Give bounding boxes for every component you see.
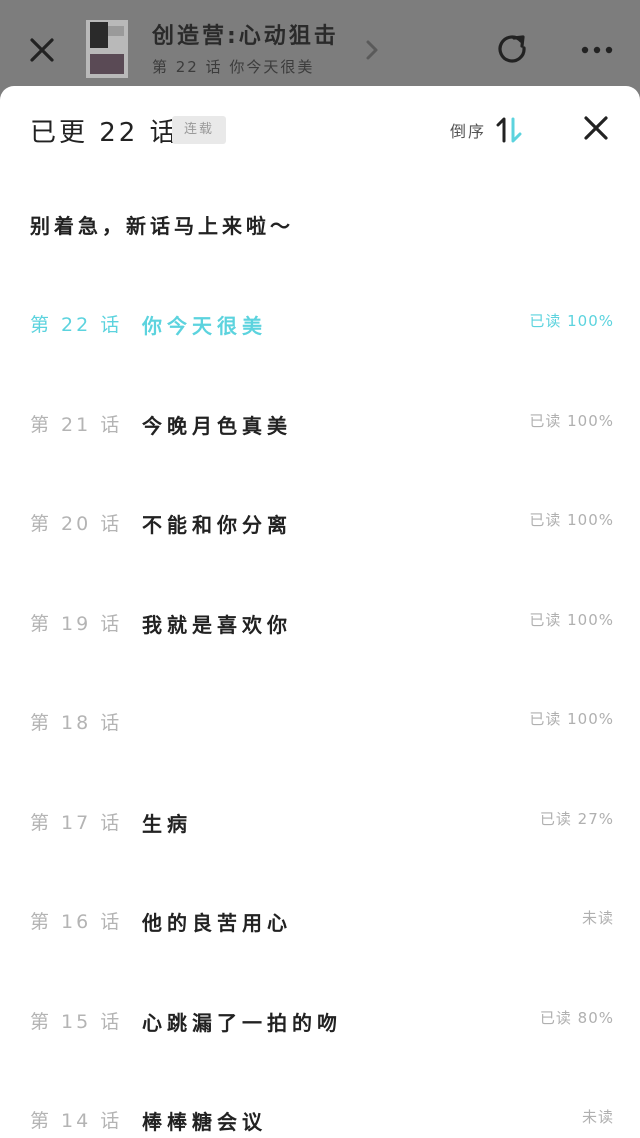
read-status: 已读 100% xyxy=(529,411,614,430)
read-status: 已读 27% xyxy=(539,809,614,828)
episode-title: 不能和你分离 xyxy=(142,513,292,537)
episode-number: 第 19 话 xyxy=(30,612,123,635)
episode-title: 你今天很美 xyxy=(142,314,267,338)
episode-row-21[interactable]: 第 21 话 今晚月色真美 已读 100% xyxy=(0,372,640,472)
read-status: 已读 100% xyxy=(529,610,614,629)
close-sheet-icon[interactable] xyxy=(580,112,612,144)
serializing-badge: 连载 xyxy=(172,116,226,144)
chevron-right-icon[interactable] xyxy=(362,38,382,62)
episode-row-16[interactable]: 第 16 话 他的良苦用心 未读 xyxy=(0,869,640,969)
episode-row-17[interactable]: 第 17 话 生病 已读 27% xyxy=(0,770,640,870)
read-status: 已读 100% xyxy=(529,710,614,728)
episode-number: 第 15 话 xyxy=(30,1010,123,1033)
episode-number: 第 22 话 xyxy=(30,314,123,336)
episode-title: 生病 xyxy=(142,811,192,836)
episode-number: 第 16 话 xyxy=(30,911,123,933)
update-notice: 别着急，新话马上来啦～ xyxy=(30,214,294,238)
episode-row-22[interactable]: 第 22 话 你今天很美 已读 100% xyxy=(0,272,640,372)
episode-row-19[interactable]: 第 19 话 我就是喜欢你 已读 100% xyxy=(0,571,640,671)
current-episode-subtitle: 第 22 话 你今天很美 xyxy=(152,58,315,76)
comic-title[interactable]: 创造营:心动狙击 xyxy=(152,18,339,50)
episode-title: 我就是喜欢你 xyxy=(142,612,292,637)
episode-number: 第 14 话 xyxy=(30,1110,123,1132)
episode-list: 第 22 话 你今天很美 已读 100% 第 21 话 今晚月色真美 已读 10… xyxy=(0,272,640,1138)
episode-count: 已更 22 话 xyxy=(30,118,179,148)
sheet-header: 已更 22 话 连载 倒序 xyxy=(0,86,640,176)
episode-row-20[interactable]: 第 20 话 不能和你分离 已读 100% xyxy=(0,471,640,571)
episode-list-sheet: 已更 22 话 连载 倒序 别着急，新话马上来啦～ 第 22 话 你今天很美 已… xyxy=(0,86,640,1138)
episode-title: 今晚月色真美 xyxy=(142,413,292,438)
read-status: 已读 100% xyxy=(529,312,614,330)
episode-number: 第 18 话 xyxy=(30,712,123,734)
episode-row-14[interactable]: 第 14 话 棒棒糖会议 未读 xyxy=(0,1068,640,1138)
sort-toggle[interactable]: 倒序 xyxy=(450,112,524,148)
read-status: 已读 100% xyxy=(529,511,614,529)
read-status: 未读 xyxy=(581,1108,614,1126)
comic-cover-thumbnail[interactable] xyxy=(86,20,128,78)
close-icon[interactable] xyxy=(24,32,60,68)
episode-number: 第 20 话 xyxy=(30,513,123,535)
episode-title: 他的良苦用心 xyxy=(142,911,292,935)
more-icon[interactable] xyxy=(578,36,616,64)
episode-row-15[interactable]: 第 15 话 心跳漏了一拍的吻 已读 80% xyxy=(0,969,640,1069)
read-status: 已读 80% xyxy=(539,1008,614,1027)
episode-row-18[interactable]: 第 18 话 已读 100% xyxy=(0,670,640,770)
episode-number: 第 21 话 xyxy=(30,413,123,436)
sort-icon xyxy=(496,117,522,143)
sort-label: 倒序 xyxy=(450,122,487,141)
read-status: 未读 xyxy=(581,909,614,927)
share-icon[interactable] xyxy=(494,30,530,66)
episode-title: 棒棒糖会议 xyxy=(142,1110,267,1134)
episode-number: 第 17 话 xyxy=(30,811,123,834)
episode-title: 心跳漏了一拍的吻 xyxy=(142,1010,342,1035)
